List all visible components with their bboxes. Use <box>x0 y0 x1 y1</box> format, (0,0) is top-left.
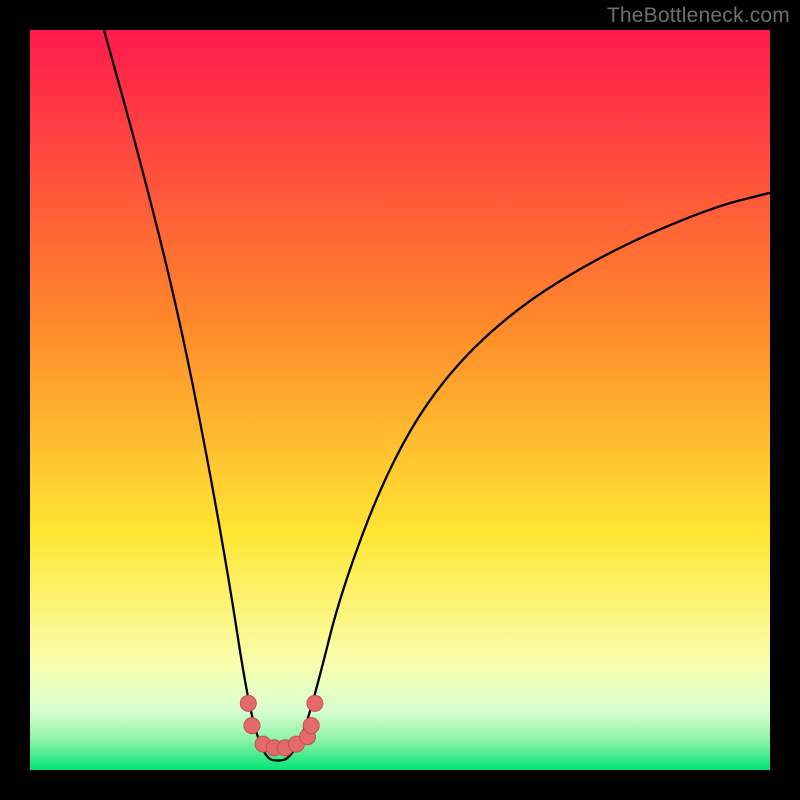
watermark-text: TheBottleneck.com <box>607 4 790 28</box>
chart-svg <box>30 30 770 770</box>
marker-dot <box>303 718 319 734</box>
marker-dot <box>307 695 323 711</box>
marker-dot <box>240 695 256 711</box>
plot-area <box>30 30 770 770</box>
gradient-background <box>30 30 770 770</box>
chart-frame: TheBottleneck.com <box>0 0 800 800</box>
marker-dot <box>244 718 260 734</box>
